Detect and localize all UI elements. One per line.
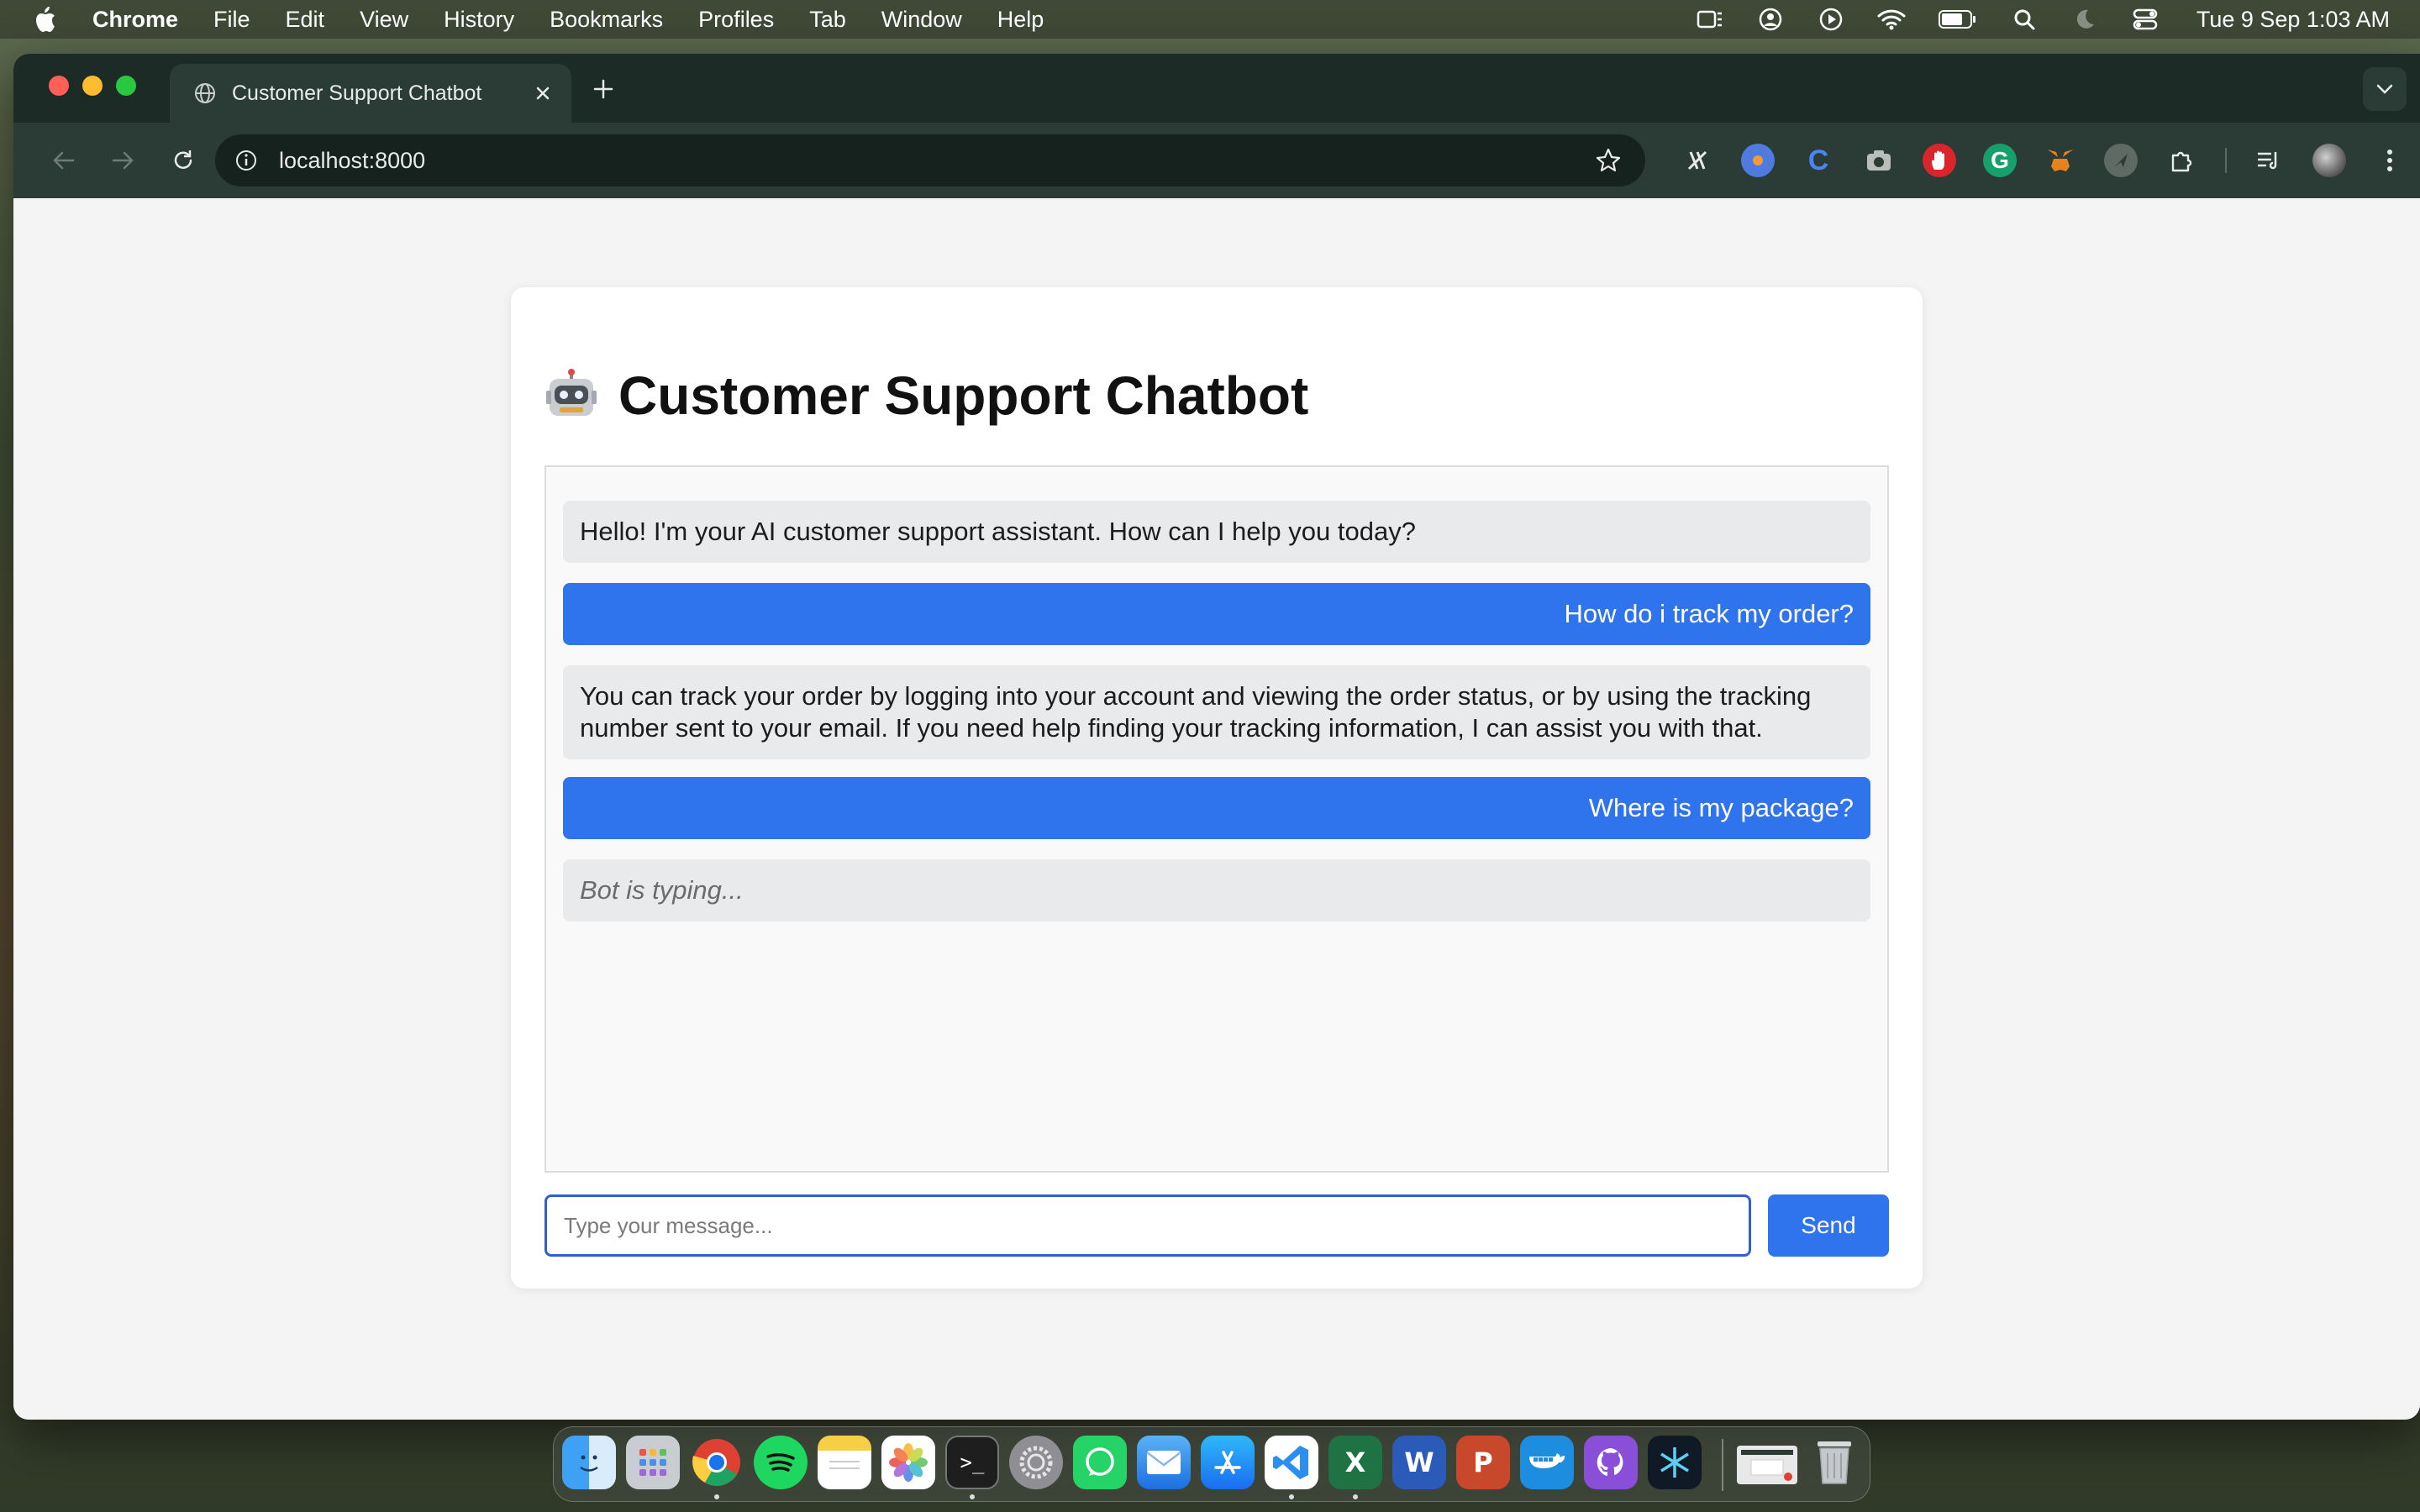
menu-app-name[interactable]: Chrome xyxy=(92,7,178,33)
extension-1-icon[interactable] xyxy=(1681,144,1714,177)
chrome-window-thumbnail-icon[interactable] xyxy=(1737,1446,1797,1484)
reading-list-icon[interactable] xyxy=(2252,144,2286,177)
more-menu-icon[interactable] xyxy=(2373,144,2407,177)
address-bar[interactable]: localhost:8000 xyxy=(215,134,1645,186)
whatsapp-icon[interactable] xyxy=(1073,1436,1127,1489)
extension-8-icon[interactable] xyxy=(2104,144,2138,177)
profile-avatar-icon[interactable] xyxy=(2312,144,2346,177)
bookmark-star-icon[interactable] xyxy=(1593,145,1623,176)
forward-arrow-icon[interactable] xyxy=(104,142,141,179)
chat-message-bot: You can track your order by logging into… xyxy=(563,665,1870,759)
globe-icon xyxy=(193,81,217,105)
extensions-puzzle-icon[interactable] xyxy=(2165,144,2198,177)
site-info-icon[interactable] xyxy=(232,146,260,175)
powerpoint-icon[interactable]: P xyxy=(1456,1436,1510,1489)
metamask-icon[interactable] xyxy=(2044,144,2077,177)
browser-window: Customer Support Chatbot localhost:8000 xyxy=(13,54,2420,1420)
notes-icon[interactable] xyxy=(818,1436,871,1489)
reload-icon[interactable] xyxy=(165,142,202,179)
excel-running-indicator xyxy=(1353,1494,1358,1499)
message-input[interactable] xyxy=(544,1194,1751,1257)
dock: >_ X W P xyxy=(553,1426,1870,1502)
control-center-icon[interactable] xyxy=(2131,5,2160,34)
close-window-button[interactable] xyxy=(49,76,69,96)
close-tab-icon[interactable] xyxy=(526,76,560,110)
tab-customer-support-chatbot[interactable]: Customer Support Chatbot xyxy=(170,64,571,123)
new-tab-icon[interactable] xyxy=(587,72,620,106)
vscode-icon[interactable] xyxy=(1265,1436,1318,1489)
menu-bookmarks[interactable]: Bookmarks xyxy=(550,7,663,33)
menu-bar: Chrome File Edit View History Bookmarks … xyxy=(0,0,2420,39)
battery-icon[interactable] xyxy=(1938,5,1978,34)
system-settings-icon[interactable] xyxy=(1009,1436,1063,1489)
chrome-running-indicator xyxy=(714,1494,719,1499)
launchpad-icon[interactable] xyxy=(626,1436,680,1489)
message-input-row: Send xyxy=(544,1194,1889,1257)
stage-manager-icon[interactable] xyxy=(1696,5,1724,34)
focus-moon-icon[interactable] xyxy=(2070,5,2099,34)
play-icon[interactable] xyxy=(1817,5,1845,34)
menu-view[interactable]: View xyxy=(360,7,408,33)
dock-separator xyxy=(1722,1439,1723,1491)
menu-edit[interactable]: Edit xyxy=(286,7,325,33)
chat-card: Customer Support Chatbot Hello! I'm your… xyxy=(511,287,1923,1289)
vscode-running-indicator xyxy=(1289,1494,1294,1499)
menu-window[interactable]: Window xyxy=(881,7,962,33)
typing-indicator: Bot is typing... xyxy=(563,859,1870,921)
tab-strip: Customer Support Chatbot xyxy=(13,54,2420,123)
page-viewport: Customer Support Chatbot Hello! I'm your… xyxy=(13,198,2420,1420)
cursor-icon[interactable] xyxy=(1648,1436,1702,1489)
mail-icon[interactable] xyxy=(1137,1436,1191,1489)
docker-icon[interactable] xyxy=(1520,1436,1574,1489)
spotlight-search-icon[interactable] xyxy=(2010,5,2039,34)
user-account-icon[interactable] xyxy=(1756,5,1785,34)
url-text[interactable]: localhost:8000 xyxy=(279,148,1593,174)
send-button[interactable]: Send xyxy=(1768,1194,1889,1257)
hand-extension-icon[interactable] xyxy=(1923,144,1956,177)
trash-icon[interactable] xyxy=(1807,1436,1861,1489)
page-title-text: Customer Support Chatbot xyxy=(618,365,1309,426)
browser-toolbar: localhost:8000 C G xyxy=(13,123,2420,198)
extension-2-icon[interactable] xyxy=(1741,144,1775,177)
chrome-icon[interactable] xyxy=(690,1436,744,1489)
window-controls xyxy=(49,76,150,96)
wifi-icon[interactable] xyxy=(1877,5,1906,34)
tab-title: Customer Support Chatbot xyxy=(232,81,482,105)
page-title: Customer Support Chatbot xyxy=(544,358,1308,433)
app-store-icon[interactable] xyxy=(1201,1436,1255,1489)
back-arrow-icon[interactable] xyxy=(45,142,82,179)
excel-icon[interactable]: X xyxy=(1328,1436,1382,1489)
apple-icon[interactable] xyxy=(30,5,59,34)
chat-messages-panel[interactable]: Hello! I'm your AI customer support assi… xyxy=(544,465,1889,1173)
toolbar-divider xyxy=(2225,148,2227,173)
menu-tab[interactable]: Tab xyxy=(809,7,846,33)
chat-message-bot: Hello! I'm your AI customer support assi… xyxy=(563,501,1870,563)
menu-profiles[interactable]: Profiles xyxy=(698,7,774,33)
grammarly-icon[interactable]: G xyxy=(1983,144,2017,177)
camera-extension-icon[interactable] xyxy=(1862,144,1896,177)
word-icon[interactable]: W xyxy=(1392,1436,1446,1489)
chat-message-user: Where is my package? xyxy=(563,777,1870,839)
robot-icon xyxy=(546,369,597,416)
menu-clock[interactable]: Tue 9 Sep 1:03 AM xyxy=(2196,7,2390,33)
tab-search-chevron-icon[interactable] xyxy=(2363,67,2407,111)
spotify-icon[interactable] xyxy=(754,1436,808,1489)
minimize-window-button[interactable] xyxy=(82,76,103,96)
terminal-icon[interactable]: >_ xyxy=(945,1436,999,1489)
extension-3-icon[interactable]: C xyxy=(1802,144,1835,177)
chat-message-user: How do i track my order? xyxy=(563,583,1870,645)
menu-history[interactable]: History xyxy=(444,7,514,33)
extensions-row: C G xyxy=(1681,141,2420,180)
github-desktop-icon[interactable] xyxy=(1584,1436,1638,1489)
terminal-running-indicator xyxy=(970,1494,975,1499)
menu-help[interactable]: Help xyxy=(997,7,1044,33)
photos-icon[interactable] xyxy=(881,1436,935,1489)
finder-icon[interactable] xyxy=(562,1436,616,1489)
menu-file[interactable]: File xyxy=(213,7,250,33)
zoom-window-button[interactable] xyxy=(116,76,136,96)
